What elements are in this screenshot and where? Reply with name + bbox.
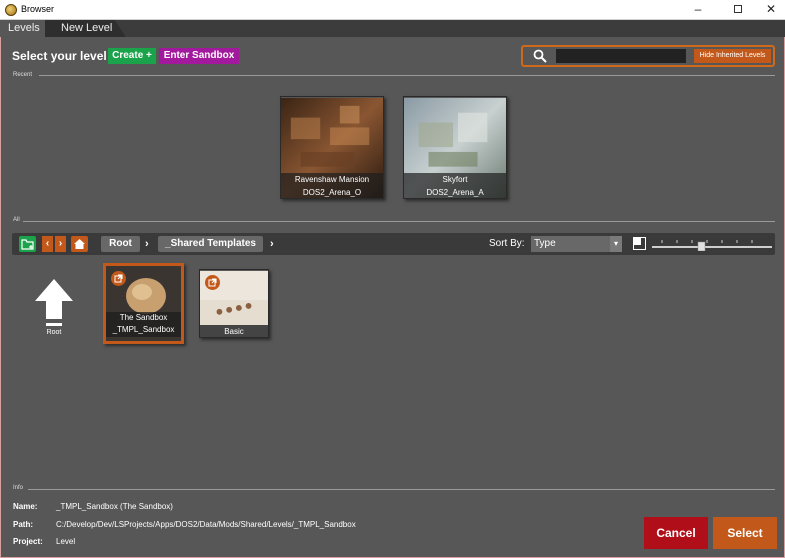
create-button[interactable]: Create + xyxy=(108,48,156,64)
level-tile-name: Basic xyxy=(224,327,244,336)
all-divider xyxy=(23,221,775,222)
level-tile[interactable]: Basic xyxy=(199,269,269,338)
inherited-badge xyxy=(205,275,220,290)
search-box: Hide Inherited Levels xyxy=(521,45,775,67)
info-value: Level xyxy=(56,537,76,546)
sort-by-label: Sort By: xyxy=(489,238,525,249)
app-icon xyxy=(5,4,17,16)
page-title: Select your level xyxy=(12,49,107,63)
recent-divider xyxy=(39,75,775,76)
hide-inherited-levels-button[interactable]: Hide Inherited Levels xyxy=(694,49,771,63)
home-icon xyxy=(74,239,85,249)
all-label: All xyxy=(13,217,20,223)
cancel-button[interactable]: Cancel xyxy=(644,517,708,549)
window-title: Browser xyxy=(21,4,55,14)
level-tile-id: _TMPL_Sandbox xyxy=(112,325,175,334)
home-button[interactable] xyxy=(71,236,88,252)
root-label: Root xyxy=(46,329,62,336)
recent-level-id: DOS2_Arena_O xyxy=(302,188,362,197)
search-input[interactable] xyxy=(556,49,686,63)
breadcrumb-chevron-icon: › xyxy=(270,238,274,250)
title-bar: Browser – ✕ xyxy=(0,0,785,20)
minimize-button[interactable]: – xyxy=(681,0,715,19)
recent-level-name: Skyfort xyxy=(442,175,468,184)
breadcrumb-root[interactable]: Root xyxy=(101,236,140,252)
level-tile-name: The Sandbox xyxy=(119,313,168,322)
recent-level-card[interactable]: Ravenshaw Mansion DOS2_Arena_O xyxy=(280,96,384,199)
select-button[interactable]: Select xyxy=(713,517,777,549)
maximize-icon xyxy=(734,5,742,13)
back-button[interactable]: ‹ xyxy=(42,236,53,252)
info-value: _TMPL_Sandbox (The Sandbox) xyxy=(56,502,173,511)
chevron-left-icon: ‹ xyxy=(45,238,50,249)
tab-new-level[interactable]: New Level xyxy=(44,20,126,37)
thumbnail-size-slider[interactable] xyxy=(652,237,772,251)
recent-level-card[interactable]: Skyfort DOS2_Arena_A xyxy=(403,96,507,199)
forward-button[interactable]: › xyxy=(55,236,66,252)
navigation-bar: ‹ › Root › _Shared Templates › Sort By: … xyxy=(12,233,775,255)
info-value: C:/Develop/Dev/LSProjects/Apps/DOS2/Data… xyxy=(56,520,356,529)
tab-bar: New Level Levels xyxy=(0,20,785,37)
breadcrumb-chevron-icon: › xyxy=(145,238,149,250)
level-browser-panel: Select your level Create + Enter Sandbox… xyxy=(0,37,785,558)
external-link-icon xyxy=(114,274,123,283)
recent-level-name: Ravenshaw Mansion xyxy=(294,175,370,184)
tab-levels[interactable]: Levels xyxy=(0,20,45,37)
recent-level-id: DOS2_Arena_A xyxy=(426,188,484,197)
info-key: Path: xyxy=(13,520,33,529)
recent-label: Recent xyxy=(13,72,33,78)
inherited-badge xyxy=(111,271,126,286)
chevron-right-icon: › xyxy=(58,238,63,249)
new-folder-button[interactable] xyxy=(19,236,36,252)
thumbnail-size-icon xyxy=(633,237,646,250)
enter-sandbox-button[interactable]: Enter Sandbox xyxy=(159,48,239,64)
external-link-icon xyxy=(208,278,217,287)
level-tile-selected[interactable]: The Sandbox _TMPL_Sandbox xyxy=(103,263,184,344)
search-icon xyxy=(533,49,547,63)
maximize-button[interactable] xyxy=(721,0,755,19)
info-key: Name: xyxy=(13,502,38,511)
sort-by-value: Type xyxy=(534,238,556,249)
sort-by-select[interactable]: Type ▾ xyxy=(531,236,622,252)
up-arrow-icon[interactable] xyxy=(35,279,73,331)
close-button[interactable]: ✕ xyxy=(754,0,785,19)
info-divider xyxy=(28,489,775,490)
folder-plus-icon xyxy=(21,239,34,250)
info-label: Info xyxy=(13,485,24,491)
breadcrumb-shared-templates[interactable]: _Shared Templates xyxy=(158,236,263,252)
chevron-down-icon: ▾ xyxy=(610,236,622,252)
info-key: Project: xyxy=(13,537,43,546)
